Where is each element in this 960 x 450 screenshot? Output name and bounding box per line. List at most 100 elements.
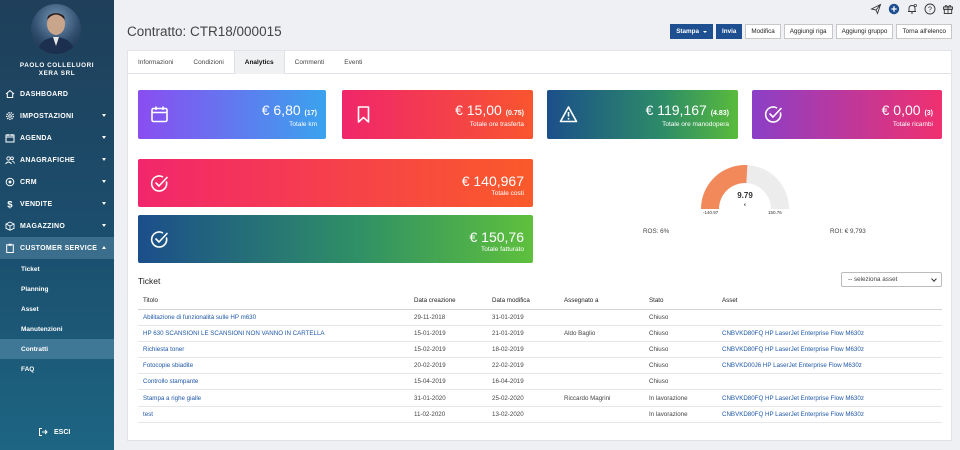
stat-card-manodopera: € 119,167 (4.83) Totale ore manodopera (547, 90, 738, 139)
created-date: 15-04-2019 (409, 373, 487, 391)
column-header[interactable]: Data creazione (409, 293, 487, 310)
status: Chiuso (644, 309, 717, 326)
asset-link[interactable] (717, 373, 942, 391)
submenu-item-manutenzioni[interactable]: Manutenzioni (0, 319, 114, 339)
gauge-min-label: -140.97 (703, 210, 719, 215)
stat-value: € 0,00 (3) (882, 102, 933, 118)
print-button[interactable]: Stampa (670, 24, 713, 39)
nav-item-impostazioni[interactable]: IMPOSTAZIONI (0, 105, 114, 127)
modified-date: 21-01-2019 (487, 325, 559, 342)
tab-condizioni[interactable]: Condizioni (183, 51, 233, 74)
tab-commenti[interactable]: Commenti (285, 51, 335, 74)
stat-value: € 119,167 (4.83) (646, 102, 729, 118)
table-row[interactable]: Stampa a righe gialle 31-01-2020 25-02-202… (138, 389, 942, 407)
logout-button[interactable]: ESCI (38, 427, 70, 437)
submenu-item-asset[interactable]: Asset (0, 299, 114, 319)
table-row[interactable]: HP 630 SCANSIONI LE SCANSIONI NON VANNO … (138, 325, 942, 342)
send-button[interactable]: Invia (715, 24, 743, 39)
asset-link[interactable]: CNBVKD00J6 HP LaserJet Enterprise Flow M… (717, 357, 942, 375)
submenu-item-ticket[interactable]: Ticket (0, 259, 114, 279)
asset-link[interactable]: CNBVKD80FQ HP LaserJet Enterprise Flow M… (717, 325, 942, 342)
stat-amount: € 150,76 (469, 229, 525, 245)
stat-count: (4.83) (710, 110, 729, 117)
bell-icon[interactable] (906, 3, 918, 15)
tab-eventi[interactable]: Eventi (334, 51, 372, 74)
gauge-unit: € (743, 202, 747, 207)
assignee (559, 309, 644, 326)
stat-amount: € 0,00 (881, 102, 921, 118)
nav-label: ANAGRAFICHE (20, 156, 76, 164)
submenu-label: Ticket (21, 265, 40, 273)
column-header[interactable]: Titolo (138, 293, 409, 310)
stat-count: (0.75) (505, 110, 524, 117)
gift-icon[interactable] (942, 3, 954, 15)
back-to-list-button[interactable]: Torna all'elenco (896, 24, 952, 39)
modified-date: 18-02-2019 (487, 341, 559, 359)
chevron-down-icon (931, 276, 937, 282)
nav-item-crm[interactable]: CRM (0, 171, 114, 193)
status: Chiuso (644, 373, 717, 391)
tab-analytics[interactable]: Analytics (233, 51, 285, 74)
chevron-down-icon (102, 114, 106, 117)
column-header[interactable]: Asset (717, 293, 942, 310)
stat-label: Totale ore manodopera (662, 121, 729, 128)
table-row[interactable]: Controllo stampante 15-04-2019 16-04-2019 C… (138, 373, 942, 391)
nav-label: CRM (20, 178, 37, 186)
asset-link[interactable] (717, 309, 942, 326)
status: In lavorazione (644, 389, 717, 407)
asset-select-value: -- seleziona asset (848, 276, 898, 283)
add-row-button[interactable]: Aggiungi riga (783, 24, 833, 39)
home-icon (5, 89, 15, 99)
check-circle-icon (764, 105, 783, 124)
submenu-item-planning[interactable]: Planning (0, 279, 114, 299)
cube-icon (5, 221, 15, 231)
asset-link[interactable]: CNBVKD80FQ HP LaserJet Enterprise Flow M… (717, 389, 942, 407)
add-group-button[interactable]: Aggiungi gruppo (835, 24, 894, 39)
nav-label: MAGAZZINO (20, 222, 66, 230)
avatar[interactable] (31, 4, 81, 54)
ticket-title-link[interactable]: Controllo stampante (138, 373, 409, 391)
column-header[interactable]: Assegnato a (559, 293, 644, 310)
ticket-title-link[interactable]: test (138, 406, 409, 423)
gauge-max-label: 150.76 (768, 210, 782, 215)
table-row[interactable]: Fotocopie sbiadite 20-02-2019 22-02-2019 Ch… (138, 357, 942, 375)
stat-amount: € 6,80 (261, 102, 301, 118)
table-row[interactable]: test 11-02-2020 13-02-2020 In lavorazione CN… (138, 406, 942, 423)
tab-informazioni[interactable]: Informazioni (128, 51, 183, 74)
created-date: 31-01-2020 (409, 389, 487, 407)
calendar-icon (150, 105, 169, 124)
asset-select[interactable]: -- seleziona asset (841, 272, 942, 287)
nav-item-dashboard[interactable]: DASHBOARD (0, 83, 114, 105)
gear-icon (5, 111, 15, 121)
ticket-title-link[interactable]: Fotocopie sbiadite (138, 357, 409, 375)
submenu-item-contratti[interactable]: Contratti (0, 339, 114, 359)
table-row[interactable]: Richiesta toner 15-02-2019 18-02-2019 Chius… (138, 341, 942, 359)
help-icon[interactable]: ? (924, 3, 936, 15)
submenu-label: Planning (21, 285, 49, 293)
ticket-title-link[interactable]: Abilitazione di funzionalità sulle HP m6… (138, 309, 409, 326)
topbar: ? (114, 0, 960, 18)
edit-button[interactable]: Modifica (745, 24, 781, 39)
ticket-title-link[interactable]: HP 630 SCANSIONI LE SCANSIONI NON VANNO … (138, 325, 409, 342)
ticket-title-link[interactable]: Richiesta toner (138, 341, 409, 359)
ticket-title-link[interactable]: Stampa a righe gialle (138, 389, 409, 407)
nav-label: VENDITE (20, 200, 53, 208)
nav-item-agenda[interactable]: AGENDA (0, 127, 114, 149)
column-header[interactable]: Stato (644, 293, 717, 310)
stat-value: € 15,00 (0.75) (455, 102, 524, 118)
nav-item-anagrafiche[interactable]: ANAGRAFICHE (0, 149, 114, 171)
add-circle-icon[interactable] (888, 3, 900, 15)
asset-link[interactable]: CNBVKD80FQ HP LaserJet Enterprise Flow M… (717, 341, 942, 359)
submenu-item-faq[interactable]: FAQ (0, 359, 114, 379)
user-name: PAOLO COLLELUORI XERA SRL (0, 62, 114, 78)
asset-link[interactable]: CNBVKD80FQ HP LaserJet Enterprise Flow M… (717, 406, 942, 423)
nav-item-magazzino[interactable]: MAGAZZINO (0, 215, 114, 237)
nav-item-customer-service[interactable]: CUSTOMER SERVICE (0, 237, 114, 259)
nav-item-vendite[interactable]: $ VENDITE (0, 193, 114, 215)
sidebar: PAOLO COLLELUORI XERA SRL DASHBOARD IMPO… (0, 0, 114, 450)
column-header[interactable]: Data modifica (487, 293, 559, 310)
print-button-label: Stampa (676, 28, 699, 35)
table-row[interactable]: Abilitazione di funzionalità sulle HP m6… (138, 309, 942, 326)
stat-label: Totale km (289, 121, 317, 128)
send-icon[interactable] (870, 3, 882, 15)
